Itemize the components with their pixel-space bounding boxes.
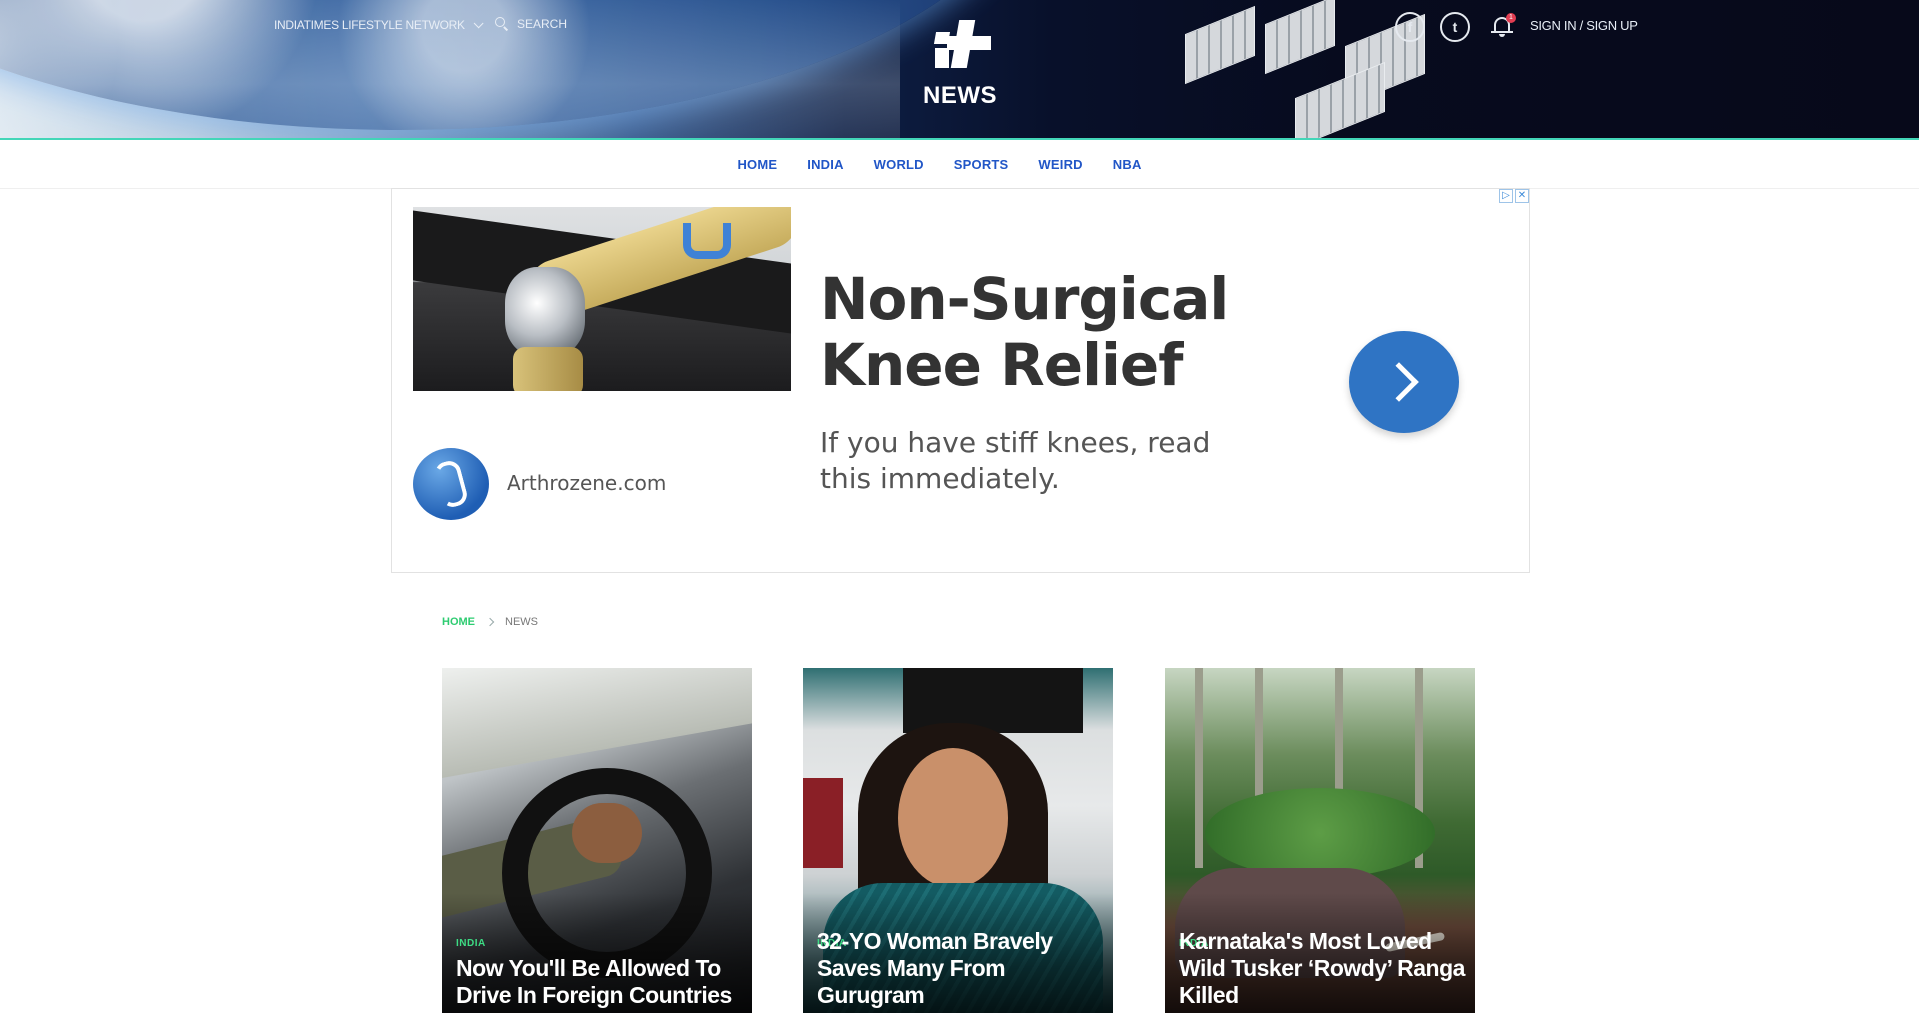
network-dropdown[interactable]: INDIATIMES LIFESTYLE NETWORK [274, 17, 484, 32]
article-card[interactable]: INDIA Now You'll Be Allowed To Drive In … [442, 668, 752, 1013]
card-image-hand [572, 803, 642, 863]
solar-panel [1265, 0, 1335, 75]
signin-link[interactable]: SIGN IN / SIGN UP [1530, 18, 1638, 33]
card-image-bush [1205, 788, 1435, 878]
article-title[interactable]: 32-YO Woman Bravely Saves Many From Guru… [817, 928, 1103, 1009]
card-image-tv [903, 668, 1083, 733]
logo-mark-icon [927, 18, 993, 78]
nav-nba[interactable]: NBA [1113, 157, 1142, 172]
chevron-right-icon [1379, 362, 1419, 402]
breadcrumb: HOME NEWS [442, 616, 538, 628]
chevron-right-icon [485, 617, 495, 627]
notification-badge: 1 [1506, 13, 1516, 23]
nav-weird[interactable]: WEIRD [1038, 157, 1082, 172]
nav-home[interactable]: HOME [737, 157, 777, 172]
ad-image-stem [513, 347, 583, 391]
article-title[interactable]: Now You'll Be Allowed To Drive In Foreig… [456, 955, 742, 1009]
card-image-window [442, 668, 752, 778]
ad-domain[interactable]: Arthrozene.com [507, 471, 666, 495]
card-image-face [898, 748, 1008, 888]
card-image-tree [1195, 668, 1203, 868]
search-icon [495, 17, 509, 31]
facebook-icon[interactable]: f [1395, 12, 1425, 42]
ad-image-joint [505, 267, 585, 357]
article-title[interactable]: Karnataka's Most Loved Wild Tusker ‘Rowd… [1179, 928, 1465, 1009]
bell-icon-clapper [1499, 34, 1505, 37]
article-category[interactable]: INDIA [456, 938, 486, 949]
network-label: INDIATIMES LIFESTYLE NETWORK [274, 18, 465, 32]
bell-icon-base [1491, 31, 1513, 33]
search-label: SEARCH [517, 17, 568, 31]
nav-world[interactable]: WORLD [874, 157, 924, 172]
card-image-red [803, 778, 843, 868]
solar-panel [1295, 61, 1385, 138]
adchoices-icon[interactable]: ▷ [1499, 189, 1513, 203]
ad-arrow-button[interactable] [1349, 331, 1459, 433]
space-station-image [1145, 0, 1475, 138]
solar-panel [1185, 5, 1255, 85]
ad-image-strap [683, 223, 731, 259]
breadcrumb-current: NEWS [505, 616, 538, 628]
ad-choices[interactable]: ▷ ✕ [1499, 189, 1529, 203]
advertiser-logo[interactable] [413, 448, 489, 520]
site-logo[interactable]: NEWS [920, 18, 1000, 118]
search-button[interactable]: SEARCH [495, 17, 567, 31]
ad-headline[interactable]: Non-Surgical Knee Relief [820, 266, 1260, 398]
main-nav: HOME INDIA WORLD SPORTS WEIRD NBA [0, 141, 1919, 189]
article-card[interactable]: INDIA Karnataka's Most Loved Wild Tusker… [1165, 668, 1475, 1013]
ad-knee-image[interactable] [413, 207, 791, 391]
site-header: INDIATIMES LIFESTYLE NETWORK SEARCH NEWS… [0, 0, 1919, 140]
logo-text: NEWS [923, 82, 997, 109]
knee-icon [432, 458, 470, 510]
advertisement[interactable]: ▷ ✕ Non-Surgical Knee Relief If you have… [391, 188, 1530, 573]
notification-bell[interactable]: 1 [1490, 12, 1516, 40]
nav-sports[interactable]: SPORTS [954, 157, 1009, 172]
twitter-icon[interactable]: t [1440, 12, 1470, 42]
article-card[interactable]: INDIA 32-YO Woman Bravely Saves Many Fro… [803, 668, 1113, 1013]
breadcrumb-home[interactable]: HOME [442, 616, 475, 628]
close-icon[interactable]: ✕ [1515, 189, 1529, 203]
ad-subtext: If you have stiff knees, read this immed… [820, 426, 1211, 495]
nav-india[interactable]: INDIA [807, 157, 843, 172]
